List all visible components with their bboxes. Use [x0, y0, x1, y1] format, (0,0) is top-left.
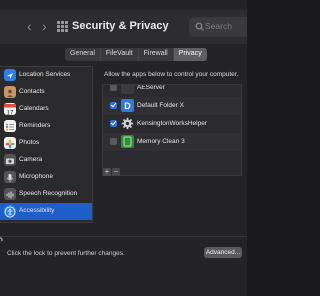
accessibility-icon	[4, 205, 16, 218]
app-checkbox[interactable]	[110, 85, 117, 91]
add-app-button[interactable]: +	[103, 168, 111, 176]
camera-icon	[4, 154, 16, 166]
app-name: Default Folder X	[137, 102, 184, 109]
svg-text:D: D	[124, 101, 131, 111]
security-privacy-window: ‹ › Security & Privacy Search General Fi…	[0, 0, 247, 296]
microphone-icon	[4, 171, 16, 183]
sidebar-item-label: Contacts	[19, 88, 45, 95]
advanced-button[interactable]: Advanced...	[204, 247, 242, 258]
speech-recognition-icon	[4, 188, 16, 200]
app-checkbox[interactable]	[110, 120, 117, 127]
list-item[interactable]: Memory Clean 3	[103, 133, 241, 151]
list-item[interactable]: KensingtonWorksHelper	[103, 115, 241, 133]
app-checkbox[interactable]	[110, 138, 117, 145]
sidebar-item-microphone[interactable]: Microphone	[0, 169, 92, 186]
photos-icon	[4, 137, 16, 149]
sidebar-item-label: Calendars	[19, 105, 49, 112]
default-folder-x-icon: D	[121, 99, 134, 112]
memory-clean-icon	[121, 135, 134, 148]
svg-text:17: 17	[7, 111, 14, 117]
app-name: AEServer	[137, 84, 165, 91]
sidebar-item-accessibility[interactable]: Accessibility	[0, 203, 92, 220]
contacts-icon	[4, 86, 16, 98]
titlebar: ‹ › Security & Privacy Search	[0, 10, 247, 44]
sidebar-item-speech-recognition[interactable]: Speech Recognition	[0, 186, 92, 203]
gear-icon	[121, 117, 134, 130]
sidebar-item-label: Speech Recognition	[19, 190, 78, 197]
add-remove-controls: + −	[103, 168, 121, 177]
sidebar-item-label: Photos	[19, 139, 40, 146]
tab-general[interactable]: General	[65, 48, 101, 61]
tab-bar: General FileVault Firewall Privacy	[65, 48, 207, 61]
sidebar-item-label: Microphone	[19, 173, 53, 180]
list-item[interactable]: D Default Folder X	[103, 97, 241, 115]
lock-message: Click the lock to prevent further change…	[7, 250, 125, 257]
sidebar-item-photos[interactable]: Photos	[0, 135, 92, 152]
forward-button[interactable]: ›	[42, 19, 47, 33]
privacy-sidebar: Location Services Contacts 17 Calendars …	[0, 66, 93, 223]
instruction-text: Allow the apps below to control your com…	[104, 71, 239, 78]
footer-bar: Click the lock to prevent further change…	[0, 236, 247, 296]
tab-firewall[interactable]: Firewall	[138, 48, 174, 61]
tab-privacy[interactable]: Privacy	[173, 48, 207, 61]
list-item[interactable]: AEServer	[103, 84, 241, 97]
window-title: Security & Privacy	[72, 20, 169, 32]
tab-filevault[interactable]: FileVault	[100, 48, 139, 61]
app-list: AEServer D Default Folder X KensingtonWo…	[102, 84, 242, 176]
sidebar-item-label: Accessibility	[19, 207, 55, 214]
remove-app-button[interactable]: −	[112, 168, 120, 176]
list-item-empty	[103, 151, 241, 169]
reminders-icon	[4, 120, 16, 132]
sidebar-item-reminders[interactable]: Reminders	[0, 118, 92, 135]
sidebar-item-calendars[interactable]: 17 Calendars	[0, 101, 92, 118]
app-name: KensingtonWorksHelper	[137, 120, 207, 127]
search-placeholder: Search	[205, 21, 232, 31]
aeserver-icon	[121, 85, 134, 94]
search-icon	[195, 22, 205, 32]
app-name: Memory Clean 3	[137, 138, 185, 145]
back-button[interactable]: ‹	[27, 19, 32, 33]
location-icon	[4, 69, 16, 81]
sidebar-item-contacts[interactable]: Contacts	[0, 84, 92, 101]
show-all-grid-icon[interactable]	[57, 21, 68, 32]
lock-icon[interactable]	[0, 237, 3, 246]
sidebar-item-label: Location Services	[19, 71, 71, 78]
app-checkbox[interactable]	[110, 102, 117, 109]
sidebar-item-label: Camera	[19, 156, 43, 163]
calendar-icon: 17	[4, 103, 16, 117]
sidebar-item-camera[interactable]: Camera	[0, 152, 92, 169]
search-field[interactable]: Search	[189, 17, 247, 37]
sidebar-item-location-services[interactable]: Location Services	[0, 67, 92, 84]
sidebar-item-label: Reminders	[19, 122, 51, 129]
